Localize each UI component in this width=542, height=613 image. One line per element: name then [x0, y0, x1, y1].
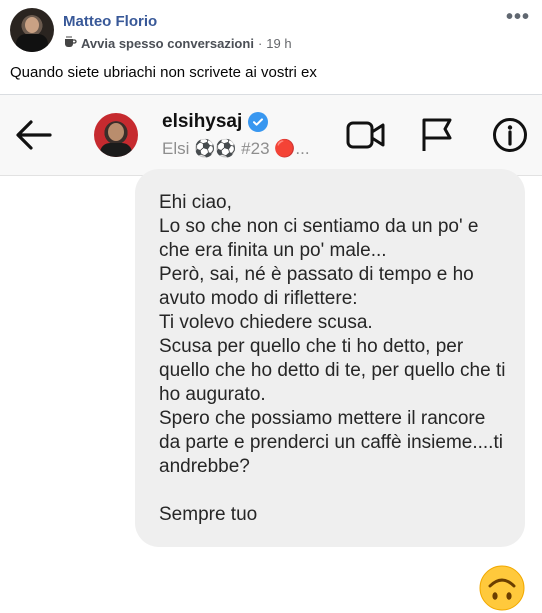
post-timestamp[interactable]: 19 h: [266, 36, 291, 51]
verified-badge-icon: [248, 112, 269, 132]
contact-username-row[interactable]: elsihysaj: [162, 111, 269, 133]
post-text: Quando siete ubriachi non scrivete ai vo…: [10, 64, 317, 81]
flag-icon[interactable]: [420, 117, 454, 153]
back-arrow-icon[interactable]: [14, 117, 54, 153]
author-name[interactable]: Matteo Florio: [63, 13, 157, 30]
post-meta: Avvia spesso conversazioni · 19 h: [63, 35, 292, 52]
video-call-icon[interactable]: [346, 121, 386, 149]
contact-avatar[interactable]: [94, 113, 138, 157]
upside-down-face-icon: [479, 565, 525, 611]
chat-screenshot: elsihysaj Elsi ⚽⚽ #23 🔴... Ehi ciao, Lo …: [0, 94, 542, 613]
meta-separator: ·: [257, 36, 263, 51]
more-options-icon[interactable]: •••: [506, 6, 530, 29]
contact-username: elsihysaj: [162, 111, 243, 132]
chat-header: elsihysaj Elsi ⚽⚽ #23 🔴...: [0, 95, 542, 176]
contact-subtitle: Elsi ⚽⚽ #23 🔴...: [162, 139, 310, 158]
info-icon[interactable]: [492, 117, 528, 153]
message-bubble[interactable]: Ehi ciao, Lo so che non ci sentiamo da u…: [135, 169, 525, 547]
post-header: Matteo Florio Avvia spesso conversazioni…: [10, 6, 530, 56]
conversation-starter-badge[interactable]: Avvia spesso conversazioni: [81, 36, 254, 51]
coffee-cup-icon: [63, 35, 77, 52]
author-avatar[interactable]: [10, 8, 54, 52]
message-text: Ehi ciao, Lo so che non ci sentiamo da u…: [159, 192, 506, 525]
